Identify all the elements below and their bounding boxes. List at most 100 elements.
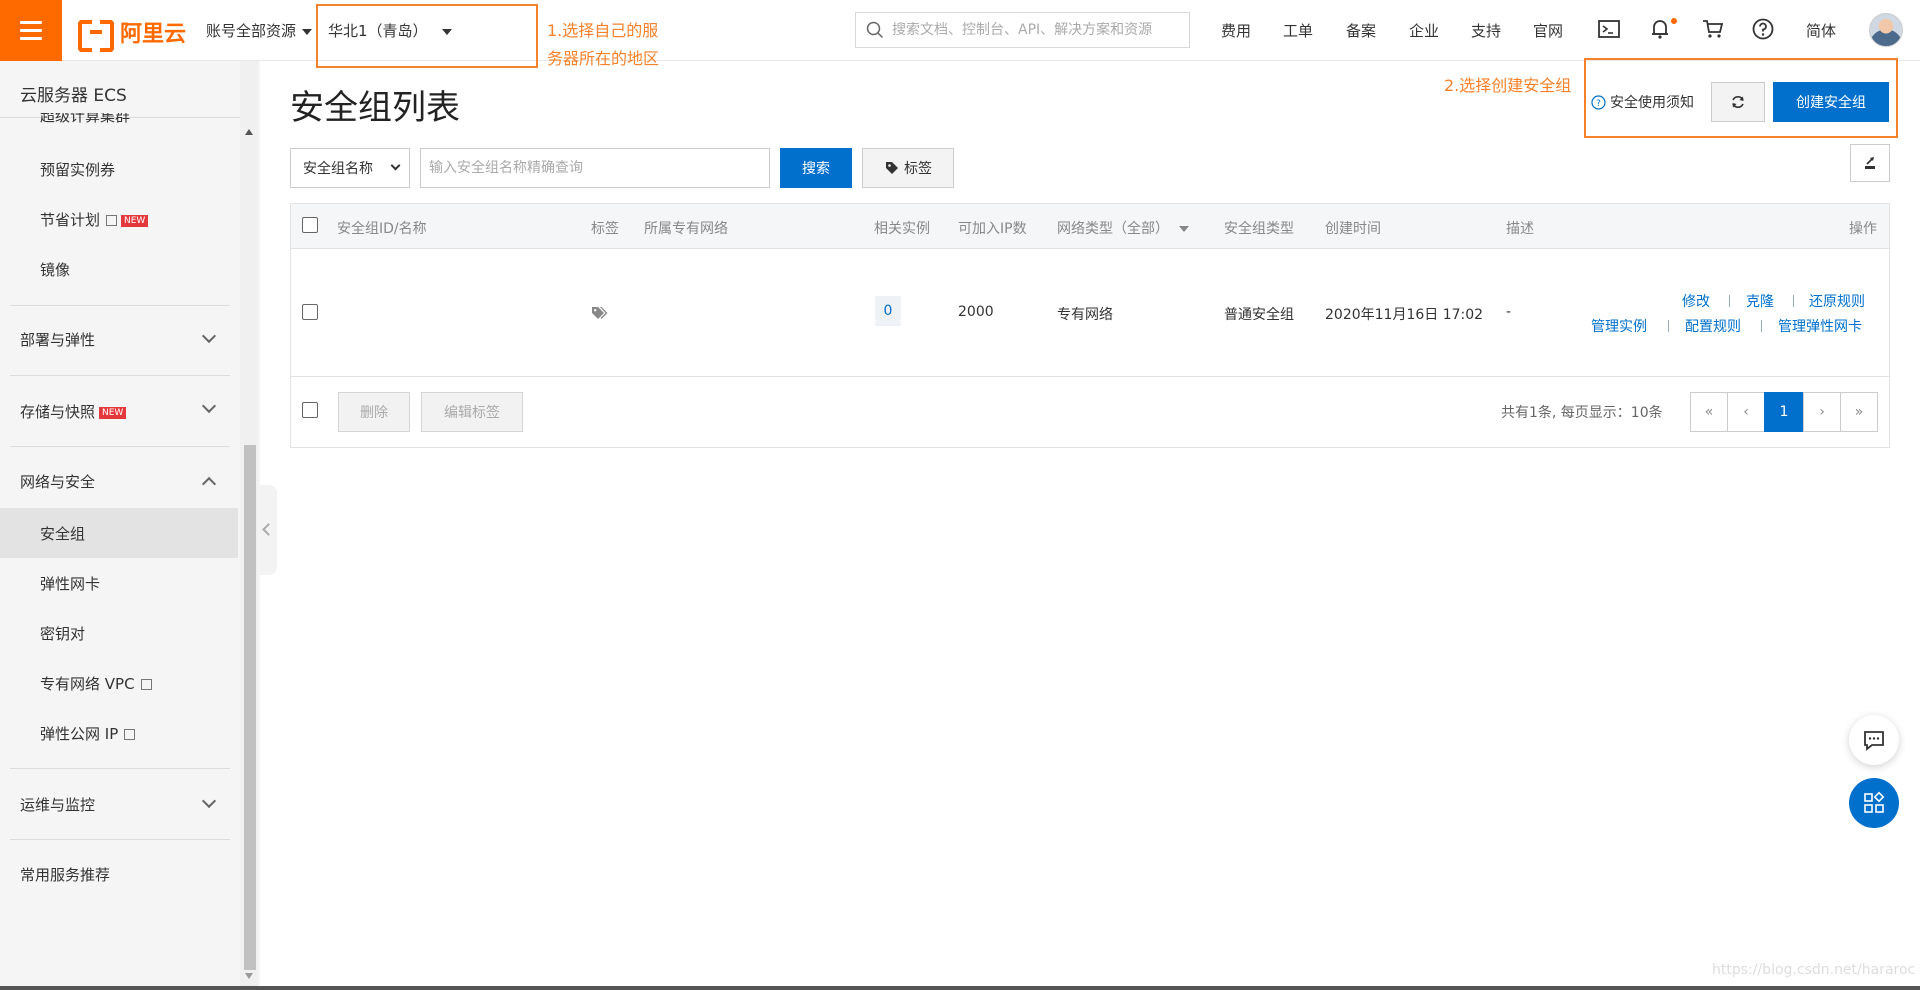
configure-rules-link[interactable]: 配置规则	[1685, 316, 1741, 336]
global-search[interactable]	[855, 12, 1190, 48]
manage-instances-link[interactable]: 管理实例	[1591, 316, 1647, 336]
sidebar-item-super-computing[interactable]: 超级计算集群	[40, 113, 130, 127]
aliyun-logo[interactable]: 阿里云	[78, 16, 187, 52]
svg-text:?: ?	[1596, 99, 1601, 109]
user-avatar[interactable]	[1869, 13, 1903, 47]
sidebar-item-images[interactable]: 镜像	[40, 259, 70, 280]
chevron-down-icon[interactable]	[201, 793, 217, 809]
search-button[interactable]: 搜索	[780, 148, 852, 188]
nav-fees[interactable]: 费用	[1221, 20, 1251, 41]
modify-link[interactable]: 修改	[1682, 291, 1710, 311]
logo-text: 阿里云	[120, 22, 187, 47]
select-all-checkbox[interactable]	[302, 217, 318, 233]
instances-count-link[interactable]: 0	[875, 296, 901, 326]
pager-first[interactable]: «	[1690, 392, 1728, 432]
apps-float-button[interactable]	[1849, 778, 1899, 828]
nav-icp-filing[interactable]: 备案	[1346, 20, 1376, 41]
col-tag: 标签	[591, 221, 619, 237]
nav-official-site[interactable]: 官网	[1533, 20, 1563, 41]
col-group-type: 安全组类型	[1224, 221, 1294, 237]
tag-filter-button[interactable]: 标签	[862, 148, 954, 188]
query-field[interactable]	[420, 148, 770, 188]
language-switch[interactable]: 简体	[1806, 20, 1836, 41]
scroll-up-icon[interactable]	[244, 128, 254, 136]
sidebar: 云服务器 ECS 超级计算集群 预留实例券 节省计划 NEW 镜像 部署与弹性 存…	[0, 61, 260, 990]
refresh-button[interactable]	[1711, 82, 1765, 122]
watermark: https://blog.csdn.net/hararoc	[1712, 962, 1916, 978]
delete-button[interactable]: 删除	[338, 392, 410, 432]
sidebar-scroll-thumb[interactable]	[244, 445, 256, 970]
sidebar-item-savings-plan[interactable]: 节省计划 NEW	[40, 209, 149, 230]
filter-field-select[interactable]: 安全组名称	[290, 148, 410, 188]
chat-icon	[1864, 731, 1884, 751]
sidebar-divider	[10, 768, 230, 769]
filter-field-value: 安全组名称	[303, 161, 373, 177]
table-divider	[291, 376, 1889, 377]
global-search-input[interactable]	[892, 22, 1182, 38]
cell-created: 2020年11月16日 17:02	[1325, 307, 1484, 323]
sidebar-item-eip[interactable]: 弹性公网 IP	[40, 723, 136, 744]
nav-support[interactable]: 支持	[1471, 20, 1501, 41]
sidebar-divider	[10, 446, 230, 447]
nav-enterprise[interactable]: 企业	[1409, 20, 1439, 41]
pager-page-1[interactable]: 1	[1764, 392, 1804, 432]
sidebar-divider	[10, 305, 230, 306]
manage-eni-link[interactable]: 管理弹性网卡	[1778, 316, 1862, 336]
account-resource-label: 账号全部资源	[206, 22, 297, 40]
pager-prev[interactable]: ‹	[1727, 392, 1765, 432]
cell-group-type: 普通安全组	[1224, 307, 1294, 323]
sidebar-item-key-pairs[interactable]: 密钥对	[40, 623, 85, 644]
search-icon	[866, 21, 884, 39]
new-badge: NEW	[99, 406, 127, 419]
pager-last[interactable]: »	[1840, 392, 1878, 432]
security-group-name-input[interactable]	[429, 160, 759, 176]
tag-icon[interactable]	[591, 305, 609, 321]
safety-notice-link[interactable]: ? 安全使用须知	[1591, 92, 1694, 112]
footer-select-all-checkbox[interactable]	[302, 402, 318, 418]
col-created: 创建时间	[1325, 221, 1381, 237]
create-security-group-button[interactable]: 创建安全组	[1773, 82, 1889, 122]
col-network-type-filter[interactable]: 网络类型（全部）	[1057, 218, 1189, 238]
separator	[1761, 320, 1762, 332]
sidebar-group-deployment[interactable]: 部署与弹性	[20, 329, 95, 350]
feedback-float-button[interactable]	[1849, 715, 1899, 765]
chevron-down-icon[interactable]	[201, 328, 217, 344]
sidebar-group-recommended[interactable]: 常用服务推荐	[20, 864, 110, 885]
chevron-down-icon	[390, 160, 401, 171]
separator	[1793, 295, 1794, 307]
restore-rules-link[interactable]: 还原规则	[1809, 291, 1865, 311]
chevron-up-icon[interactable]	[201, 476, 217, 492]
table-header: 安全组ID/名称 标签 所属专有网络 相关实例 可加入IP数 网络类型（全部） …	[291, 204, 1889, 249]
help-icon[interactable]	[1750, 16, 1776, 42]
sidebar-group-ops-monitoring[interactable]: 运维与监控	[20, 794, 95, 815]
sidebar-item-vpc[interactable]: 专有网络 VPC	[40, 673, 152, 694]
safety-notice-label: 安全使用须知	[1610, 95, 1694, 111]
terminal-icon[interactable]	[1596, 16, 1622, 42]
sidebar-group-storage[interactable]: 存储与快照 NEW	[20, 401, 127, 422]
scroll-down-icon[interactable]	[244, 972, 254, 980]
pager-next[interactable]: ›	[1803, 392, 1841, 432]
account-resource-dropdown[interactable]: 账号全部资源	[206, 20, 313, 41]
sidebar-divider	[10, 375, 230, 376]
sidebar-group-network-security[interactable]: 网络与安全	[20, 471, 95, 492]
sidebar-item-eni[interactable]: 弹性网卡	[40, 573, 100, 594]
nav-tickets[interactable]: 工单	[1283, 20, 1313, 41]
security-group-table: 安全组ID/名称 标签 所属专有网络 相关实例 可加入IP数 网络类型（全部） …	[290, 203, 1890, 448]
taskbar-edge	[0, 986, 1920, 990]
cart-icon[interactable]	[1700, 16, 1726, 42]
clone-link[interactable]: 克隆	[1746, 291, 1774, 311]
sidebar-item-security-groups[interactable]: 安全组	[40, 523, 85, 544]
external-link-icon	[124, 729, 136, 740]
export-button[interactable]	[1850, 144, 1890, 182]
cell-description: -	[1506, 304, 1512, 320]
row-checkbox[interactable]	[302, 304, 318, 320]
hamburger-menu-button[interactable]	[0, 0, 62, 61]
refresh-icon	[1732, 96, 1744, 108]
sidebar-collapse-toggle[interactable]	[259, 485, 277, 575]
chevron-down-icon[interactable]	[201, 398, 217, 414]
separator	[1668, 320, 1669, 332]
sidebar-item-reserved-instances[interactable]: 预留实例券	[40, 159, 115, 180]
edit-tags-button[interactable]: 编辑标签	[421, 392, 523, 432]
bell-icon[interactable]	[1647, 16, 1673, 42]
notification-dot	[1671, 18, 1677, 24]
